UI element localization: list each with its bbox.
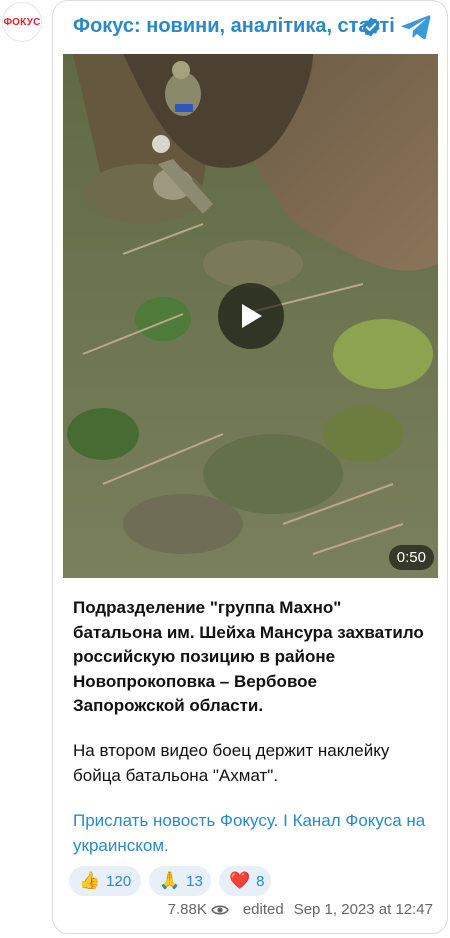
post-footer: 7.88K edited Sep 1, 2023 at 12:47 (168, 901, 433, 918)
avatar-logo-text: ФОКУС (3, 16, 41, 28)
play-button[interactable] (218, 283, 284, 349)
reaction-count: 13 (186, 872, 203, 890)
folded-hands-icon: 🙏 (159, 871, 181, 890)
channel-name[interactable]: Фокус: новини, аналітика, статті (73, 15, 395, 38)
video-player[interactable]: 0:50 (63, 54, 438, 578)
reaction-folded-hands[interactable]: 🙏 13 (149, 866, 211, 896)
reaction-count: 120 (106, 872, 132, 890)
send-news-link[interactable]: Прислать новость Фокусу. (73, 811, 278, 830)
edited-label: edited (242, 901, 284, 918)
channel-avatar[interactable]: ФОКУС (2, 2, 42, 42)
telegram-share-icon[interactable] (401, 14, 431, 40)
thumbs-up-icon: 👍 (79, 871, 101, 890)
heart-icon: ❤️ (229, 871, 251, 890)
view-count: 7.88K (167, 901, 207, 918)
post-paragraph-2: На втором видео боец держит наклейку бой… (73, 741, 390, 785)
eye-icon (210, 904, 229, 915)
play-icon (242, 304, 262, 328)
post-timestamp: Sep 1, 2023 at 12:47 (293, 901, 433, 918)
post-links: Прислать новость Фокусу. І Канал Фокуса … (73, 809, 433, 858)
post-card: Фокус: новини, аналітика, статті 0:50 По… (52, 0, 448, 934)
video-duration: 0:50 (388, 545, 434, 570)
link-separator: І (278, 811, 293, 830)
post-paragraph-1: Подразделение "группа Махно" батальона и… (73, 598, 424, 715)
reaction-heart[interactable]: ❤️ 8 (219, 866, 271, 896)
post-header: Фокус: новини, аналітика, статті (53, 1, 447, 55)
reaction-thumbs-up[interactable]: 👍 120 (69, 866, 141, 896)
verified-icon (362, 17, 380, 37)
reaction-count: 8 (256, 872, 265, 890)
